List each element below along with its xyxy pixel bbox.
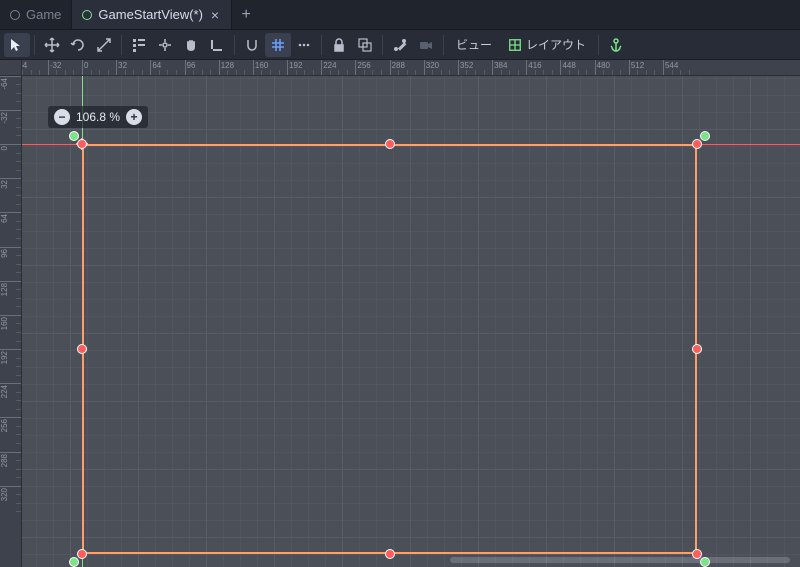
ruler-corner: [0, 60, 22, 76]
anchor-icon[interactable]: [603, 33, 629, 57]
canvas-editor: -64-320326496128160192224256288320352384…: [0, 60, 800, 567]
ruler-label: 384: [494, 61, 507, 70]
zoom-in-button[interactable]: +: [126, 109, 142, 125]
view-menu[interactable]: ビュー: [448, 33, 500, 57]
ruler-label: 480: [597, 61, 610, 70]
ruler-label: 256: [357, 61, 370, 70]
ruler-label: 192: [289, 61, 302, 70]
resize-handle[interactable]: [77, 344, 87, 354]
tab-label: GameStartView(*): [98, 7, 203, 22]
ruler-label: 224: [323, 61, 336, 70]
close-icon[interactable]: ×: [209, 7, 221, 23]
layout-menu-label: レイアウト: [526, 36, 586, 53]
ruler-label: 0: [84, 61, 88, 70]
ruler-tool[interactable]: [204, 33, 230, 57]
left-ruler[interactable]: -64-320326496128160192224256288320: [0, 76, 22, 567]
separator: [443, 35, 444, 55]
scene-ring-icon: [10, 10, 20, 20]
zoom-value[interactable]: 106.8 %: [76, 110, 120, 124]
ruler-label: 96: [0, 249, 20, 258]
view-menu-label: ビュー: [456, 36, 492, 53]
snap-options-icon[interactable]: [291, 33, 317, 57]
ruler-label: 320: [426, 61, 439, 70]
snap-grid-icon[interactable]: [265, 33, 291, 57]
tab-game[interactable]: Game: [0, 0, 72, 29]
ruler-label: 32: [0, 180, 20, 189]
selection-rect[interactable]: [82, 144, 697, 554]
ruler-label: 544: [665, 61, 678, 70]
tab-bar: Game GameStartView(*) × +: [0, 0, 800, 30]
separator: [34, 35, 35, 55]
separator: [321, 35, 322, 55]
select-tool[interactable]: [4, 33, 30, 57]
ruler-label: 416: [528, 61, 541, 70]
ruler-label: 64: [152, 61, 161, 70]
tab-label: Game: [26, 7, 61, 22]
resize-handle[interactable]: [692, 139, 702, 149]
zoom-out-button[interactable]: −: [54, 109, 70, 125]
ruler-label: 160: [255, 61, 268, 70]
ruler-label: -64: [22, 61, 27, 70]
resize-handle[interactable]: [385, 139, 395, 149]
ruler-label: 0: [0, 146, 20, 150]
pivot-handle[interactable]: [700, 557, 710, 567]
bone-icon[interactable]: [387, 33, 413, 57]
resize-handle[interactable]: [385, 549, 395, 559]
toolbar: ビュー レイアウト: [0, 30, 800, 60]
pivot-tool[interactable]: [152, 33, 178, 57]
ruler-label: 32: [118, 61, 127, 70]
separator: [598, 35, 599, 55]
camera-icon[interactable]: [413, 33, 439, 57]
scene-ring-icon: [82, 10, 92, 20]
separator: [121, 35, 122, 55]
rotate-tool[interactable]: [65, 33, 91, 57]
ruler-label: 288: [392, 61, 405, 70]
snap-object-icon[interactable]: [239, 33, 265, 57]
tab-gamestartview[interactable]: GameStartView(*) ×: [72, 0, 232, 29]
scale-tool[interactable]: [91, 33, 117, 57]
horizontal-scrollbar[interactable]: [450, 557, 790, 563]
ruler-label: 512: [631, 61, 644, 70]
add-tab-button[interactable]: +: [232, 0, 260, 29]
list-select-tool[interactable]: [126, 33, 152, 57]
pivot-handle[interactable]: [700, 131, 710, 141]
resize-handle[interactable]: [77, 139, 87, 149]
separator: [382, 35, 383, 55]
separator: [234, 35, 235, 55]
pivot-handle[interactable]: [69, 557, 79, 567]
pivot-handle[interactable]: [69, 131, 79, 141]
canvas-grid[interactable]: − 106.8 % +: [22, 76, 800, 567]
resize-handle[interactable]: [77, 549, 87, 559]
ruler-label: 448: [562, 61, 575, 70]
ruler-label: 64: [0, 214, 20, 223]
pan-tool[interactable]: [178, 33, 204, 57]
move-tool[interactable]: [39, 33, 65, 57]
ruler-label: -32: [50, 61, 62, 70]
layout-menu[interactable]: レイアウト: [500, 33, 594, 57]
ruler-label: 128: [221, 61, 234, 70]
group-icon[interactable]: [352, 33, 378, 57]
resize-handle[interactable]: [692, 344, 702, 354]
ruler-label: 96: [187, 61, 196, 70]
ruler-label: 352: [460, 61, 473, 70]
lock-icon[interactable]: [326, 33, 352, 57]
zoom-indicator: − 106.8 % +: [48, 106, 148, 128]
top-ruler[interactable]: -64 -32 0 32 64 96 128 160 192 224 256 288 320 352 384…: [22, 60, 800, 76]
